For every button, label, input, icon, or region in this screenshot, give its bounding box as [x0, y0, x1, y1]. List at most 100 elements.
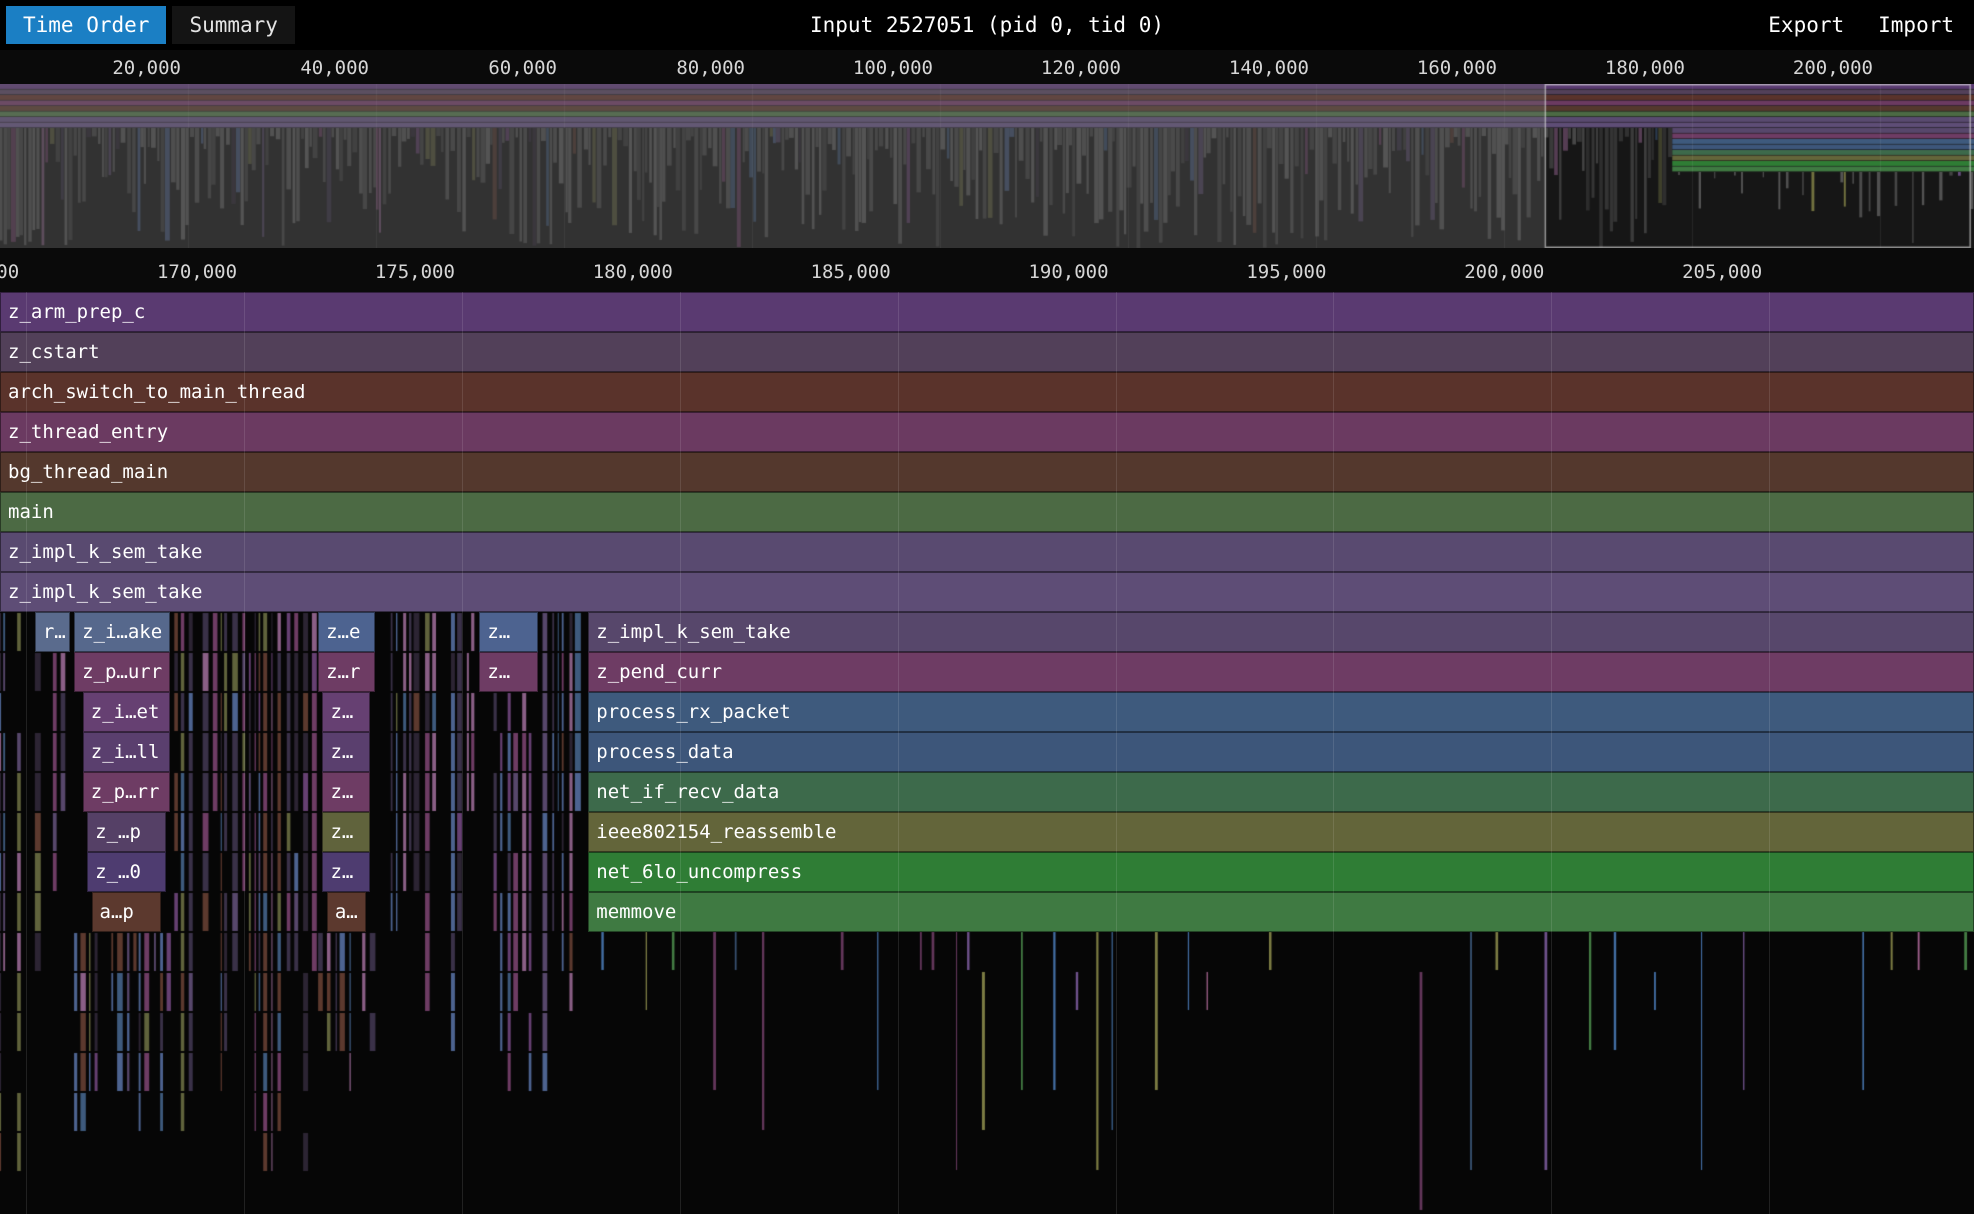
- export-button[interactable]: Export: [1764, 8, 1848, 42]
- flame-frame[interactable]: bg_thread_main: [0, 452, 1974, 492]
- flame-frame[interactable]: z_p…rr: [83, 772, 170, 812]
- ruler-tick-label: 175,000: [375, 261, 455, 283]
- flame-frame-label: main: [1, 493, 1973, 531]
- flame-frame-label: net_if_recv_data: [589, 773, 1973, 811]
- main-ruler: 165,000170,000175,000180,000185,000190,0…: [0, 248, 1974, 292]
- tab-summary[interactable]: Summary: [172, 6, 295, 44]
- ruler-tick-label: 195,000: [1246, 261, 1326, 283]
- flame-frame[interactable]: z_arm_prep_c: [0, 292, 1974, 332]
- flame-frame[interactable]: z…: [322, 732, 370, 772]
- flame-frame-label: a…p: [93, 893, 161, 931]
- flame-frame-label: bg_thread_main: [1, 453, 1973, 491]
- flame-frame[interactable]: z_i…et: [83, 692, 170, 732]
- flame-frame-label: z…: [323, 693, 369, 731]
- flame-frame[interactable]: main: [0, 492, 1974, 532]
- flame-frame-label: z_…0: [88, 853, 164, 891]
- flame-frame[interactable]: z_impl_k_sem_take: [0, 532, 1974, 572]
- flame-frame-label: z…: [323, 813, 369, 851]
- tab-time-order[interactable]: Time Order: [6, 6, 166, 44]
- ruler-tick-label: 120,000: [1041, 57, 1121, 79]
- ruler-tick-label: 165,000: [0, 261, 19, 283]
- flame-frame-label: z_i…et: [84, 693, 169, 731]
- ruler-tick-label: 80,000: [676, 57, 745, 79]
- flame-frame[interactable]: ieee802154_reassemble: [588, 812, 1974, 852]
- ruler-tick-label: 200,000: [1464, 261, 1544, 283]
- flame-frame-label: z…: [323, 733, 369, 771]
- flame-frame[interactable]: arch_switch_to_main_thread: [0, 372, 1974, 412]
- flame-frame[interactable]: z…: [322, 852, 370, 892]
- flame-frame[interactable]: z_…0: [87, 852, 165, 892]
- flame-frame-label: z_…p: [88, 813, 164, 851]
- flame-frame[interactable]: z_cstart: [0, 332, 1974, 372]
- flame-frame-label: a…: [328, 893, 365, 931]
- flame-frame[interactable]: a…: [327, 892, 366, 932]
- flame-frame[interactable]: z_impl_k_sem_take: [0, 572, 1974, 612]
- flame-frame-label: ieee802154_reassemble: [589, 813, 1973, 851]
- flame-frame-label: z_impl_k_sem_take: [1, 573, 1973, 611]
- flame-frame[interactable]: z_…p: [87, 812, 165, 852]
- ruler-tick-label: 60,000: [488, 57, 557, 79]
- flame-frame[interactable]: z_impl_k_sem_take: [588, 612, 1974, 652]
- flame-frame[interactable]: net_6lo_uncompress: [588, 852, 1974, 892]
- ruler-tick-label: 180,000: [593, 261, 673, 283]
- flame-frame-label: z…: [480, 613, 537, 651]
- flame-frame-label: z…e: [319, 613, 374, 651]
- flame-chart[interactable]: z_arm_prep_cz_cstartarch_switch_to_main_…: [0, 292, 1974, 1214]
- top-bar-buttons: Export Import: [1764, 8, 1974, 42]
- flame-frame-label: z…: [323, 773, 369, 811]
- flame-frame-label: z_p…rr: [84, 773, 169, 811]
- flame-frame[interactable]: z_pend_curr: [588, 652, 1974, 692]
- ruler-tick-label: 180,000: [1605, 57, 1685, 79]
- ruler-tick-label: 140,000: [1229, 57, 1309, 79]
- flame-frame[interactable]: a…p: [92, 892, 162, 932]
- flame-frame-label: z_pend_curr: [589, 653, 1973, 691]
- flame-frame-label: net_6lo_uncompress: [589, 853, 1973, 891]
- flame-frame-label: z_i…ll: [84, 733, 169, 771]
- flame-frame-label: memmove: [589, 893, 1973, 931]
- flame-frame-label: z…: [480, 653, 537, 691]
- flame-frame-label: z_p…urr: [75, 653, 169, 691]
- flame-frame[interactable]: z_i…ake: [74, 612, 170, 652]
- top-bar: Time Order Summary Input 2527051 (pid 0,…: [0, 0, 1974, 50]
- flame-frame[interactable]: z…: [479, 652, 538, 692]
- ruler-tick-label: 100,000: [853, 57, 933, 79]
- flame-frames-layer: z_arm_prep_cz_cstartarch_switch_to_main_…: [0, 292, 1974, 1214]
- flame-frame-label: process_data: [589, 733, 1973, 771]
- flame-frame[interactable]: memmove: [588, 892, 1974, 932]
- flame-frame-label: z_impl_k_sem_take: [1, 533, 1973, 571]
- flame-frame-label: r…: [36, 613, 69, 651]
- ruler-tick-label: 200,000: [1793, 57, 1873, 79]
- flame-frame[interactable]: z…: [479, 612, 538, 652]
- minimap-wrap: [0, 84, 1974, 248]
- flame-frame-label: process_rx_packet: [589, 693, 1973, 731]
- flame-frame[interactable]: z…r: [318, 652, 375, 692]
- flame-frame-label: z_arm_prep_c: [1, 293, 1973, 331]
- flame-frame-label: z_thread_entry: [1, 413, 1973, 451]
- flame-frame[interactable]: z_p…urr: [74, 652, 170, 692]
- flame-frame[interactable]: z_i…ll: [83, 732, 170, 772]
- flame-frame[interactable]: r…: [35, 612, 70, 652]
- flame-frame-label: arch_switch_to_main_thread: [1, 373, 1973, 411]
- flame-frame-label: z…r: [319, 653, 374, 691]
- flame-frame[interactable]: process_rx_packet: [588, 692, 1974, 732]
- trace-title: Input 2527051 (pid 0, tid 0): [810, 13, 1164, 37]
- minimap-ruler: 20,000 40,000 60,000 80,000 100,000 120,000 14…: [0, 50, 1974, 84]
- flame-frame[interactable]: z…: [322, 692, 370, 732]
- flame-frame[interactable]: process_data: [588, 732, 1974, 772]
- ruler-tick-label: 205,000: [1682, 261, 1762, 283]
- ruler-tick-label: 190,000: [1028, 261, 1108, 283]
- flame-frame[interactable]: z…: [322, 772, 370, 812]
- minimap[interactable]: [0, 84, 1974, 248]
- ruler-tick-label: 20,000: [112, 57, 181, 79]
- ruler-tick-label: 185,000: [811, 261, 891, 283]
- flame-frame[interactable]: z…e: [318, 612, 375, 652]
- flame-frame-label: z_i…ake: [75, 613, 169, 651]
- flame-frame-label: z…: [323, 853, 369, 891]
- flame-frame-label: z_cstart: [1, 333, 1973, 371]
- ruler-tick-label: 40,000: [300, 57, 369, 79]
- import-button[interactable]: Import: [1874, 8, 1958, 42]
- flame-frame[interactable]: z_thread_entry: [0, 412, 1974, 452]
- flame-frame[interactable]: z…: [322, 812, 370, 852]
- flame-frame[interactable]: net_if_recv_data: [588, 772, 1974, 812]
- flame-frame-label: z_impl_k_sem_take: [589, 613, 1973, 651]
